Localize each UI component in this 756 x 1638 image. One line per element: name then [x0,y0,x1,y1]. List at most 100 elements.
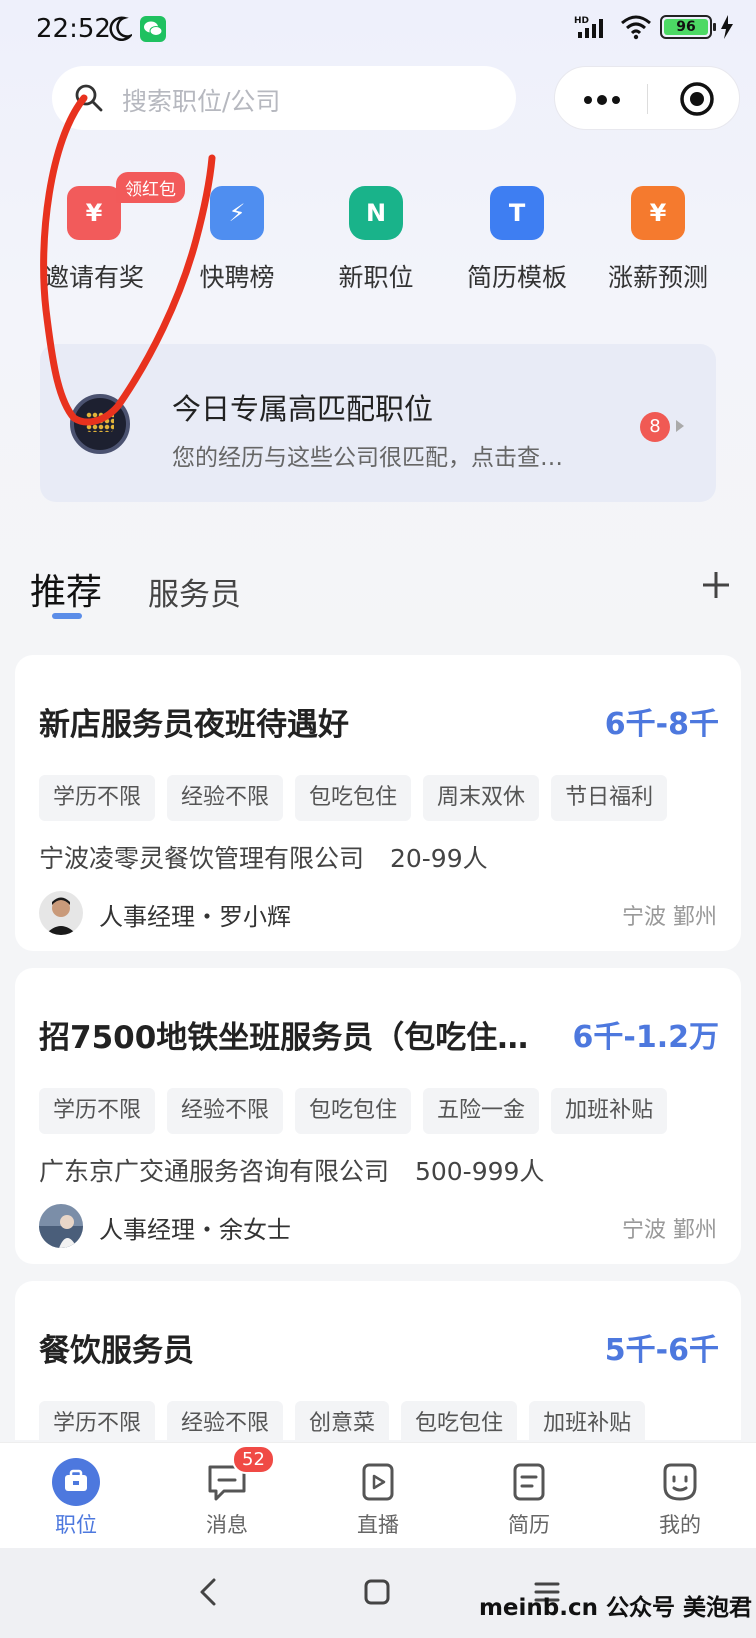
job-card[interactable]: 新店服务员夜班待遇好 6千-8千 学历不限 经验不限 包吃包住 周末双休 节日福… [15,655,741,951]
message-count-badge: 52 [232,1445,275,1474]
job-company: 广东京广交通服务咨询有限公司 500-999人 [39,1152,544,1188]
nav-item-messages[interactable]: 52 消息 [177,1445,277,1539]
quick-entry-label: 邀请有奖 [43,263,144,292]
quick-entry-resume-template[interactable]: T 简历模板 [447,180,587,294]
status-indicators: HD 96 [574,14,734,40]
nav-item-live[interactable]: 直播 [328,1457,428,1539]
job-tag: 节日福利 [551,775,668,821]
company-size: 20-99人 [389,844,488,873]
nav-label: 简历 [508,1513,550,1537]
miniprogram-capsule [554,66,740,130]
battery-level: 96 [664,19,708,35]
wifi-icon [621,15,651,40]
high-match-card[interactable]: 今日专属高匹配职位 您的经历与这些公司很匹配，点击查… 8 [40,344,716,502]
job-tag: 创意菜 [295,1401,390,1440]
quick-entry-new-jobs[interactable]: N 新职位 [306,180,446,294]
status-bar: 22:52 HD 96 [0,0,756,62]
search-icon [75,84,103,112]
job-tag: 经验不限 [167,1401,284,1440]
new-job-icon: N [349,186,403,240]
status-time: 22:52 [36,14,111,44]
job-tag: 学历不限 [39,1401,156,1440]
message-icon: 52 [202,1445,275,1507]
quick-entries: ¥ 领红包 邀请有奖 ⚡ 快聘榜 N 新职位 T 简历模板 ¥ 涨薪预测 [0,172,756,300]
quick-entry-invite[interactable]: ¥ 领红包 邀请有奖 [24,172,185,294]
avatar [39,891,83,935]
home-icon[interactable] [364,1576,390,1608]
tab-waiter[interactable]: 服务员 [148,569,241,614]
job-tag: 经验不限 [167,775,284,821]
job-location: 宁波 鄞州 [622,905,717,930]
company-name: 宁波凌零灵餐饮管理有限公司 [39,844,365,873]
briefcase-icon [51,1457,101,1507]
job-tags: 学历不限 经验不限 创意菜 包吃包住 加班补贴 [39,1401,646,1440]
job-salary: 6千-8千 [604,707,719,742]
quick-entry-label: 新职位 [338,263,414,292]
avatar [39,1204,83,1248]
job-tag: 包吃包住 [295,1088,412,1134]
job-tag: 加班补贴 [529,1401,646,1440]
chevron-right-icon [676,420,684,432]
job-tag: 五险一金 [423,1088,540,1134]
job-salary: 6千-1.2万 [572,1020,719,1055]
resume-icon [504,1457,554,1507]
job-title: 餐饮服务员 [39,1333,194,1369]
tab-indicator [52,613,82,619]
job-tags: 学历不限 经验不限 包吃包住 五险一金 加班补贴 [39,1088,668,1134]
match-title: 今日专属高匹配职位 [172,392,434,426]
job-tabs: 推荐 服务员 [0,555,756,625]
match-chat-icon [70,394,130,454]
nav-label: 直播 [357,1513,399,1537]
match-subtitle: 您的经历与这些公司很匹配，点击查… [172,445,563,471]
job-card[interactable]: 餐饮服务员 5千-6千 学历不限 经验不限 创意菜 包吃包住 加班补贴 [15,1281,741,1440]
quick-entry-label: 简历模板 [466,263,567,292]
signal-icon: HD [574,16,603,38]
search-placeholder: 搜索职位/公司 [122,87,281,116]
nav-label: 消息 [206,1513,248,1537]
close-miniprogram-icon[interactable] [677,79,717,119]
quick-entry-label: 涨薪预测 [607,263,708,292]
job-recruiter: 人事经理・罗小辉 [99,903,291,931]
job-title: 新店服务员夜班待遇好 [39,707,349,743]
moon-icon [109,16,132,41]
job-tag: 周末双休 [423,775,540,821]
search-bar[interactable]: 搜索职位/公司 [52,66,516,130]
quick-entry-label: 快聘榜 [199,263,275,292]
job-list: 新店服务员夜班待遇好 6千-8千 学历不限 经验不限 包吃包住 周末双休 节日福… [0,640,756,1440]
job-tag: 包吃包住 [401,1401,518,1440]
lightning-icon: ⚡ [210,186,264,240]
live-icon [353,1457,403,1507]
nav-item-resume[interactable]: 简历 [479,1457,579,1539]
nav-label: 职位 [55,1513,97,1537]
resume-template-icon: T [490,186,544,240]
company-size: 500-999人 [414,1157,545,1186]
add-tab-icon[interactable] [700,569,732,601]
job-recruiter: 人事经理・余女士 [99,1216,291,1244]
profile-icon [655,1457,705,1507]
red-envelope-icon: ¥ [67,186,121,240]
company-name: 广东京广交通服务咨询有限公司 [39,1157,390,1186]
more-icon[interactable] [583,95,621,105]
job-tags: 学历不限 经验不限 包吃包住 周末双休 节日福利 [39,775,668,821]
svg-text:HD: HD [574,16,589,26]
tab-recommend[interactable]: 推荐 [30,563,102,615]
back-icon[interactable] [196,1576,220,1608]
quick-entry-hot-rank[interactable]: ⚡ 快聘榜 [167,180,307,294]
system-nav-bar: meinb.cn 公众号 美泡君 [0,1548,756,1638]
quick-entry-salary-forecast[interactable]: ¥ 涨薪预测 [588,180,728,294]
job-location: 宁波 鄞州 [622,1218,717,1243]
match-count-badge: 8 [640,412,670,442]
nav-label: 我的 [659,1513,701,1537]
battery-icon: 96 [660,15,716,39]
nav-item-profile[interactable]: 我的 [630,1457,730,1539]
wechat-icon [140,16,166,42]
job-tag: 包吃包住 [295,775,412,821]
job-tag: 经验不限 [167,1088,284,1134]
job-tag: 加班补贴 [551,1088,668,1134]
bottom-nav: 职位 52 消息 直播 简历 我的 [0,1442,756,1548]
nav-item-jobs[interactable]: 职位 [26,1457,126,1539]
job-tag: 学历不限 [39,775,156,821]
charging-icon [721,15,733,39]
job-card[interactable]: 招7500地铁坐班服务员（包吃住… 6千-1.2万 学历不限 经验不限 包吃包住… [15,968,741,1264]
job-title: 招7500地铁坐班服务员（包吃住… [39,1020,529,1056]
